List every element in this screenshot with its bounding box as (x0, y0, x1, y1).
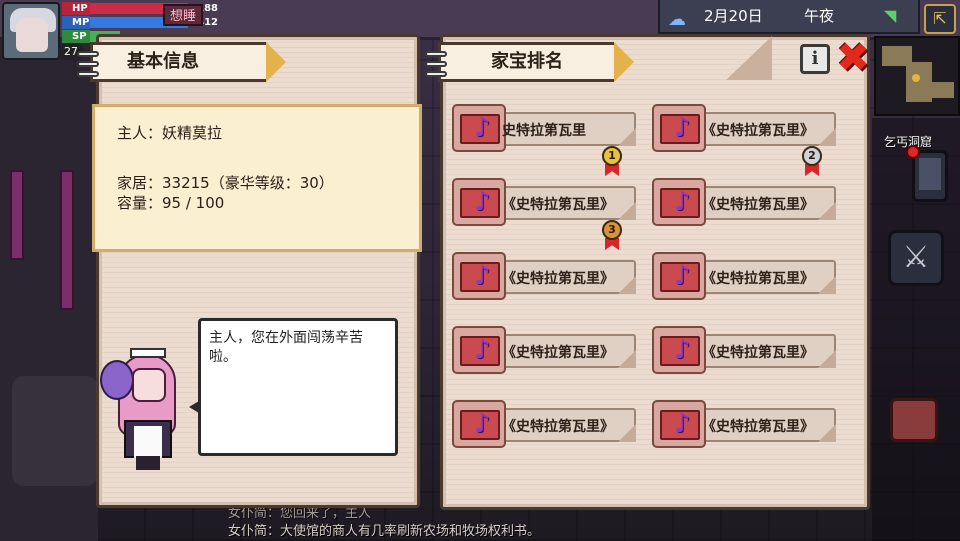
capacity-text: 容量：95 / 100 (117, 194, 225, 212)
item-slot: ♪ (452, 252, 506, 300)
mp-label: MP (62, 16, 90, 29)
exit-button[interactable]: ⇱ (924, 4, 956, 34)
maid-legs (136, 456, 160, 470)
avatar-face (16, 18, 48, 52)
binder-ring (425, 61, 447, 67)
item-name: 《史特拉第瓦里》 (502, 419, 614, 435)
rank-medal-icon: 2 (802, 146, 822, 176)
item-name: 《史特拉第瓦里》 (702, 271, 814, 287)
item-slot: ♪ (452, 400, 506, 448)
minimap-room (930, 82, 954, 98)
basic-info-header: 基本信息 (77, 42, 286, 82)
maid-cap (130, 348, 166, 358)
item-name: 《史特拉第瓦里》 (702, 345, 814, 361)
cello-icon: ♪ (674, 113, 691, 143)
item-slot: ♪ (452, 326, 506, 374)
treasure-ranking-item[interactable]: ♪ 《史特拉第瓦里》 3 (450, 176, 636, 250)
item-slot: ♪ (452, 104, 506, 152)
cello-icon: ♪ (474, 113, 491, 143)
inventory-button[interactable] (890, 398, 938, 442)
medal-number: 2 (802, 146, 822, 166)
item-slot: ♪ (652, 326, 706, 374)
player-marker (912, 74, 920, 82)
panel-title: 家宝排名 (491, 51, 563, 72)
item-slot: ♪ (652, 178, 706, 226)
chat-line: 女仆简：大使馆的商人有几率刷新农场和牧场权利书。 (228, 524, 541, 539)
treasure-ranking-item[interactable]: ♪ 《史特拉第瓦里》 2 (650, 102, 836, 176)
item-name: 《史特拉第瓦里》 (702, 123, 814, 139)
item-name: 史特拉第瓦里 (502, 123, 586, 139)
treasure-ranking-item[interactable]: ♪ 《史特拉第瓦里》 (650, 398, 836, 450)
item-slot: ♪ (452, 178, 506, 226)
phone-button[interactable] (912, 150, 948, 202)
binder-ring (77, 71, 99, 77)
cello-icon: ♪ (474, 187, 491, 217)
mp-bar: MP 412 (62, 16, 218, 29)
wifi-icon: ◥ (884, 6, 897, 25)
status-badge: 想睡 (163, 4, 203, 26)
cello-icon: ♪ (674, 187, 691, 217)
sp-bar: SP (62, 30, 120, 43)
sp-label: SP (62, 30, 90, 43)
cello-icon: ♪ (674, 261, 691, 291)
notification-dot (906, 145, 920, 159)
treasure-ranking-item[interactable]: ♪ 《史特拉第瓦里》 (450, 324, 636, 376)
item-slot: ♪ (652, 400, 706, 448)
cello-icon: ♪ (474, 335, 491, 365)
panel-title: 基本信息 (127, 51, 199, 72)
binder-ring (77, 51, 99, 57)
item-slot: ♪ (652, 252, 706, 300)
purple-pillar (10, 170, 24, 260)
hp-label: HP (62, 2, 90, 15)
binder-ring (425, 71, 447, 77)
maid-apron (134, 426, 162, 458)
treasure-ranking-item[interactable]: ♪ 《史特拉第瓦里》 (650, 250, 836, 302)
treasure-ranking-header: 家宝排名 (425, 42, 634, 82)
hp-bar: HP 188 (62, 2, 218, 15)
item-name: 《史特拉第瓦里》 (702, 197, 814, 213)
info-button[interactable]: i (800, 44, 830, 74)
maid-face (132, 368, 166, 402)
close-button[interactable]: ✖ (834, 38, 872, 78)
treasure-ranking-item[interactable]: ♪ 《史特拉第瓦里》 (450, 250, 636, 302)
virtual-dpad[interactable] (12, 376, 98, 486)
item-name: 《史特拉第瓦里》 (502, 197, 614, 213)
item-name: 《史特拉第瓦里》 (502, 345, 614, 361)
sword-icon[interactable]: ⚔ (888, 230, 944, 286)
page-fold (726, 36, 772, 80)
time-text: 午夜 (804, 7, 835, 25)
item-name: 《史特拉第瓦里》 (502, 271, 614, 287)
cello-icon: ♪ (674, 409, 691, 439)
treasure-ranking-item[interactable]: ♪ 《史特拉第瓦里》 (650, 176, 836, 228)
home-info-box: 主人：妖精莫拉 家居：33215（豪华等级：30） 容量：95 / 100 (92, 104, 422, 252)
treasure-ranking-list: ♪ 史特拉第瓦里 1 ♪ 《史特拉第瓦里》 2 ♪ 《史特拉第瓦里》 3 ♪ 《史特拉第瓦里》 ♪ 《史… (450, 98, 850, 458)
item-name: 《史特拉第瓦里》 (702, 419, 814, 435)
rain-cloud-icon: ☁ (668, 9, 686, 30)
cello-icon: ♪ (474, 409, 491, 439)
item-slot: ♪ (652, 104, 706, 152)
maid-rose (100, 360, 134, 400)
top-status-bar: ☁ 2月20日 午夜 ◥ (658, 0, 920, 34)
medal-number: 3 (602, 220, 622, 240)
speech-bubble: 主人，您在外面闯荡辛苦啦。 (189, 318, 398, 456)
rank-medal-icon: 3 (602, 220, 622, 250)
minimap[interactable] (874, 36, 960, 116)
minimap-room (906, 62, 932, 102)
date-text: 2月20日 (704, 7, 763, 25)
home-text: 家居：33215（豪华等级：30） (117, 174, 334, 192)
binder-ring (77, 61, 99, 67)
medal-number: 1 (602, 146, 622, 166)
rank-medal-icon: 1 (602, 146, 622, 176)
treasure-ranking-item[interactable]: ♪ 《史特拉第瓦里》 (450, 398, 636, 450)
maid-character (100, 346, 192, 472)
treasure-ranking-item[interactable]: ♪ 史特拉第瓦里 1 (450, 102, 636, 176)
binder-ring (425, 51, 447, 57)
player-avatar[interactable] (2, 2, 60, 60)
cello-icon: ♪ (674, 335, 691, 365)
owner-text: 主人：妖精莫拉 (117, 124, 223, 142)
purple-pillar (60, 170, 74, 310)
cello-icon: ♪ (474, 261, 491, 291)
treasure-ranking-item[interactable]: ♪ 《史特拉第瓦里》 (650, 324, 836, 376)
